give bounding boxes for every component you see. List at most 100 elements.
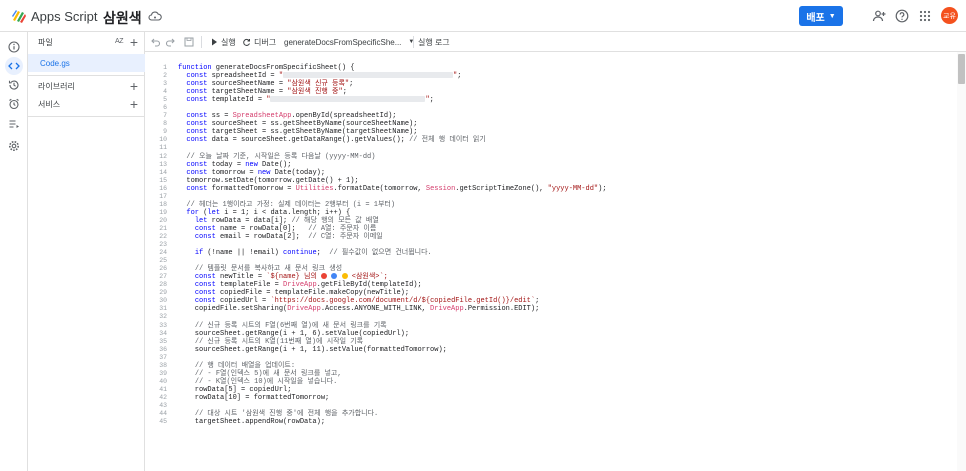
line-number: 8 (163, 120, 167, 128)
code-content[interactable]: function generateDocsFromSpecificSheet()… (178, 64, 607, 426)
code-line[interactable]: for (let i = 1; i < data.length; i++) { (178, 209, 607, 217)
line-number: 44 (159, 410, 167, 418)
code-line[interactable]: const name = rowData[0]; // A열: 주문자 이름 (178, 225, 607, 233)
libraries-label: 라이브러리 (38, 81, 75, 91)
line-number: 14 (159, 168, 167, 176)
code-line[interactable]: // 헤더는 1행이라고 가정: 실제 데이터는 2행부터 (i = 1부터) (178, 201, 607, 209)
code-line[interactable]: const copiedUrl = `https://docs.google.c… (178, 297, 607, 305)
code-line[interactable]: function generateDocsFromSpecificSheet()… (178, 64, 607, 72)
app-name[interactable]: Apps Script (31, 9, 97, 24)
function-select-value: generateDocsFromSpecificShe... (284, 37, 402, 47)
code-line[interactable] (178, 313, 607, 321)
user-avatar[interactable]: 교유 (941, 7, 958, 24)
info-icon[interactable] (5, 38, 23, 56)
file-item-code-gs[interactable]: Code.gs (28, 54, 145, 72)
code-line[interactable] (178, 144, 607, 152)
red-circle-icon (321, 273, 328, 280)
code-line[interactable]: // 대상 시트 '삼원색 진행 중'에 전체 행을 추가합니다. (178, 410, 607, 418)
code-line[interactable] (178, 402, 607, 410)
line-number: 3 (163, 80, 167, 88)
deploy-label: 배포 (806, 12, 825, 24)
scrollbar-thumb[interactable] (958, 54, 965, 84)
code-line[interactable]: const templateId = " "; (178, 96, 607, 104)
redacted-value (283, 72, 454, 79)
sort-az-icon[interactable]: AZ (115, 38, 123, 45)
code-line[interactable] (178, 354, 607, 362)
code-line[interactable]: const spreadsheetId = " "; (178, 72, 607, 80)
line-number: 26 (159, 265, 167, 273)
line-number: 25 (159, 257, 167, 265)
help-icon[interactable] (894, 8, 910, 24)
code-line[interactable]: tomorrow.setDate(tomorrow.getDate() + 1)… (178, 177, 607, 185)
debug-button[interactable]: 디버그 (242, 36, 276, 48)
code-line[interactable]: const formattedTomorrow = Utilities.form… (178, 185, 606, 193)
blue-circle-icon (331, 273, 338, 280)
executions-list-icon[interactable] (5, 115, 23, 133)
code-line[interactable]: const sourceSheet = ss.getSheetByName(so… (178, 120, 607, 128)
services-section-header[interactable]: 서비스 + (28, 94, 145, 114)
code-line[interactable]: const tomorrow = new Date(today); (178, 169, 607, 177)
add-person-icon[interactable] (871, 8, 887, 24)
code-line[interactable]: const data = sourceSheet.getDataRange().… (178, 136, 607, 144)
line-number: 13 (159, 160, 167, 168)
code-line[interactable]: // - K열(인덱스 10)에 시작일을 넣습니다. (178, 378, 607, 386)
code-line[interactable]: sourceSheet.getRange(i + 1, 6).setValue(… (178, 330, 607, 338)
code-line[interactable]: const newTitle = `${name} 님의 <삼원색>`; (178, 273, 607, 281)
cloud-saved-icon (148, 11, 162, 21)
code-line[interactable] (178, 193, 607, 201)
line-number: 20 (159, 216, 167, 224)
code-line[interactable]: sourceSheet.getRange(i + 1, 11).setValue… (178, 346, 607, 354)
code-line[interactable]: const sourceSheetName = "삼원색 신규 등록"; (178, 80, 607, 88)
code-line[interactable] (178, 104, 607, 112)
line-number: 15 (159, 176, 167, 184)
code-line[interactable]: const templateFile = DriveApp.getFileByI… (178, 281, 607, 289)
line-number: 38 (159, 361, 167, 369)
editor-scrollbar[interactable] (957, 52, 966, 471)
code-line[interactable]: const copiedFile = templateFile.makeCopy… (178, 289, 607, 297)
undo-icon[interactable] (151, 36, 161, 48)
redacted-value (270, 96, 426, 103)
project-title[interactable]: 삼원색 (103, 8, 142, 28)
libraries-section-header[interactable]: 라이브러리 + (28, 76, 145, 96)
history-icon[interactable] (5, 76, 23, 94)
code-line[interactable]: // 신규 등록 시트의 K열(11번째 열)에 시작일 기록 (178, 338, 607, 346)
function-select[interactable]: generateDocsFromSpecificShe... ▼ (284, 36, 414, 48)
code-line[interactable]: targetSheet.appendRow(rowData); (178, 418, 607, 426)
deploy-button[interactable]: 배포 ▼ (799, 6, 843, 26)
code-line[interactable]: rowData[5] = copiedUrl; (178, 386, 607, 394)
apps-script-logo-icon[interactable] (10, 7, 28, 25)
line-number: 23 (159, 241, 167, 249)
run-label: 실행 (221, 37, 236, 47)
line-number: 43 (159, 401, 167, 409)
code-line[interactable]: const ss = SpreadsheetApp.openById(sprea… (178, 112, 607, 120)
code-line[interactable]: if (!name || !email) continue; // 필수값이 없… (178, 249, 607, 257)
code-line[interactable]: const email = rowData[2]; // C열: 주문자 이메일 (178, 233, 607, 241)
files-label: 파일 (38, 37, 53, 47)
redo-icon[interactable] (165, 36, 175, 48)
code-line[interactable]: // 오늘 날짜 기준, 시작일은 등록 다음날 (yyyy-MM-dd) (178, 153, 607, 161)
settings-gear-icon[interactable] (5, 137, 23, 155)
code-line[interactable] (178, 257, 607, 265)
line-number: 32 (159, 313, 167, 321)
code-line[interactable]: rowData[10] = formattedTomorrow; (178, 394, 607, 402)
code-line[interactable]: // 신규 등록 시트의 F열(6번째 열)에 새 문서 링크를 기록 (178, 322, 607, 330)
code-line[interactable] (178, 241, 607, 249)
code-editor-icon[interactable] (5, 57, 23, 75)
execution-log-button[interactable]: 실행 로그 (418, 36, 450, 48)
add-library-icon[interactable]: + (130, 78, 138, 94)
code-line[interactable]: const today = new Date(); (178, 161, 607, 169)
code-line[interactable]: const targetSheetName = "삼원색 진행 중"; (178, 88, 607, 96)
code-line[interactable]: // 템플릿 문서를 복사하고 새 문서 링크 생성 (178, 265, 607, 273)
code-line[interactable]: // - F열(인덱스 5)에 새 문서 링크를 넣고, (178, 370, 607, 378)
code-editor[interactable]: 1 2 3 4 5 6 7 8 9 10 11 12 13 14 15 16 17 18 19 20 21 22 23 24 2… (145, 52, 957, 471)
save-icon[interactable] (184, 36, 194, 48)
code-line[interactable]: let rowData = data[i]; // 해당 행의 모든 값 배열 (178, 217, 607, 225)
run-button[interactable]: 실행 (211, 36, 236, 48)
alarm-clock-icon[interactable] (5, 95, 23, 113)
line-number: 18 (159, 200, 167, 208)
apps-grid-icon[interactable] (917, 8, 933, 24)
code-line[interactable]: // 행 데이터 배열을 업데이트: (178, 362, 607, 370)
code-line[interactable]: copiedFile.setSharing(DriveApp.Access.AN… (178, 305, 607, 313)
add-file-icon[interactable]: + (130, 34, 138, 50)
add-service-icon[interactable]: + (130, 96, 138, 112)
